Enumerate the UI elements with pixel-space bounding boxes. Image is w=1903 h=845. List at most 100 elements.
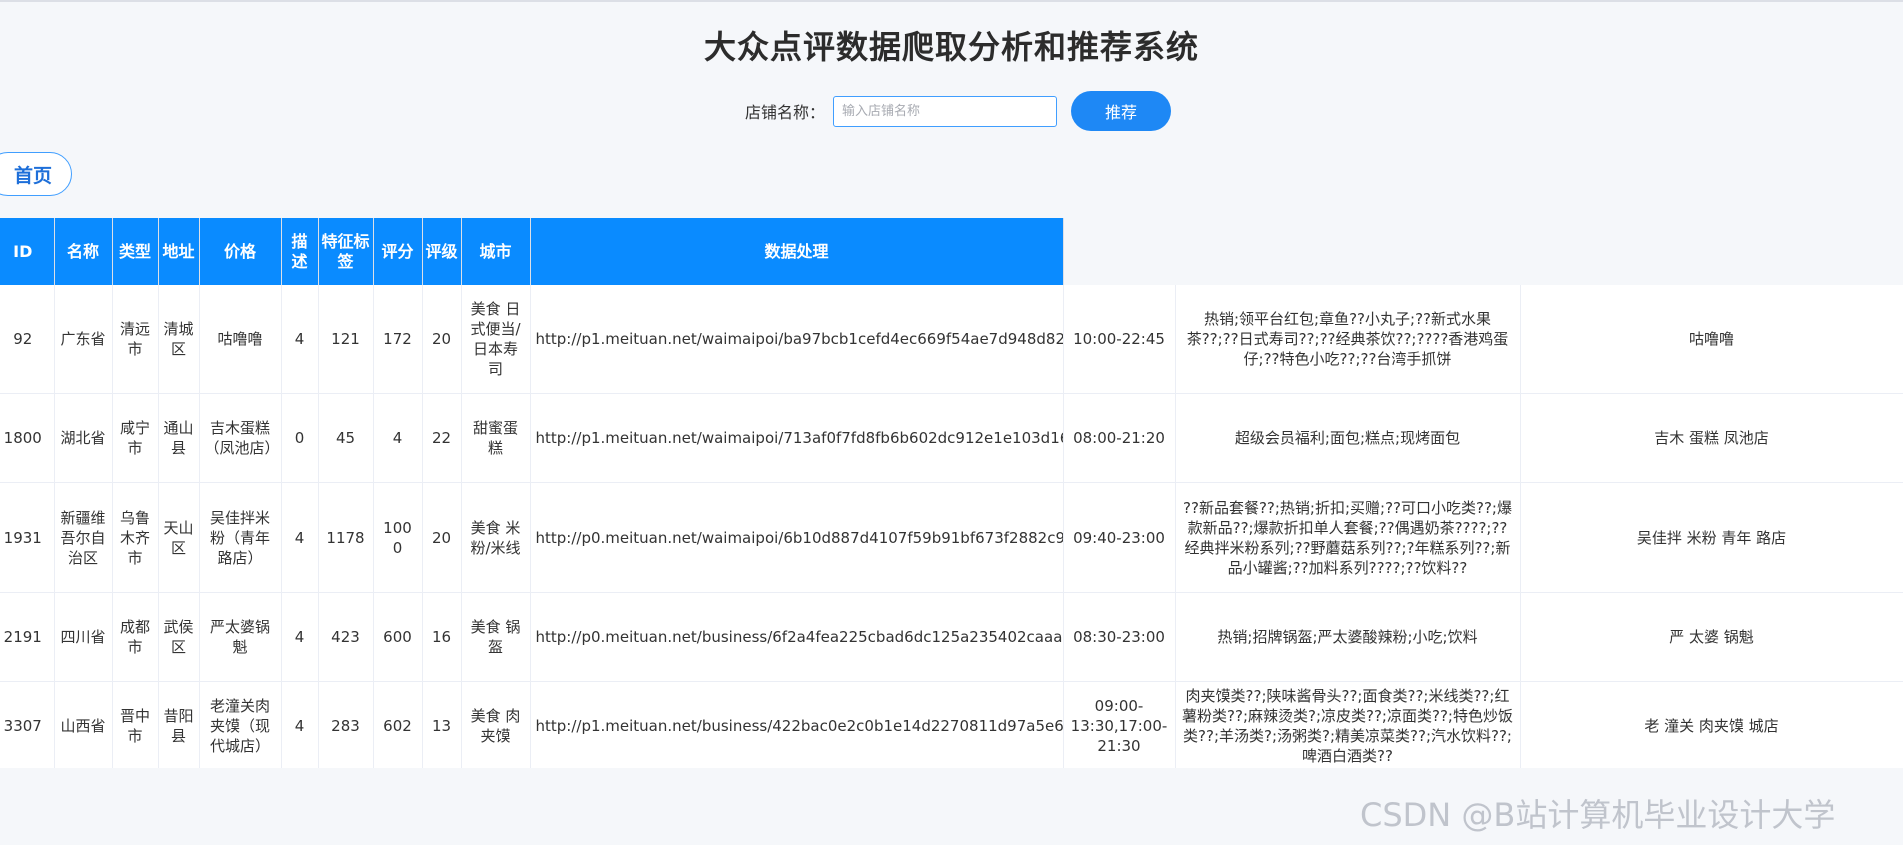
header-tags: 特征标签 (318, 218, 374, 285)
cell-image-url: http://p0.meituan.net/waimaipoi/6b10d887… (530, 482, 1064, 593)
cell-value: 22 (422, 393, 462, 483)
cell-category: 甜蜜蛋糕 (461, 393, 531, 483)
page-title: 大众点评数据爬取分析和推荐系统 (703, 28, 1199, 66)
cell-category: 美食 肉夹馍 (461, 681, 531, 768)
table-row: 92 广东省 清远市 清城区 咕噜噜 4 121 172 20 美食 日式便当/… (0, 285, 1903, 394)
cell-value: 45 (318, 393, 374, 483)
cell-province: 湖北省 (54, 393, 113, 483)
cell-menu-tags: 热销;领平台红包;章鱼??小丸子;??新式水果茶??;??日式寿司??;??经典… (1175, 285, 1521, 394)
search-label: 店铺名称： (745, 103, 826, 122)
cell-menu-tags: 热销;招牌锅盔;严太婆酸辣粉;小吃;饮料 (1175, 592, 1521, 682)
cell-shop-tokens: 咕噜噜 (1520, 285, 1903, 394)
cell-province: 广东省 (54, 285, 113, 394)
shop-table-container: ID 名称 类型 地址 价格 描述 特征标签 评分 评级 城市 数据处理 92 … (0, 218, 1903, 768)
cell-value: 172 (373, 285, 423, 394)
header-empty (1520, 218, 1903, 285)
cell-value: 4 (281, 681, 319, 768)
cell-id: 1931 (0, 482, 55, 593)
cell-menu-tags: 肉夹馍类??;陕味酱骨头??;面食类??;米线类??;红薯粉类??;麻辣烫类?;… (1175, 681, 1521, 768)
cell-value: 16 (422, 592, 462, 682)
cell-hours: 08:30-23:00 (1063, 592, 1176, 682)
cell-value: 4 (281, 285, 319, 394)
search-bar: 店铺名称： 推荐 (745, 91, 1172, 131)
cell-value: 423 (318, 592, 374, 682)
cell-district: 天山区 (158, 482, 200, 593)
cell-hours: 10:00-22:45 (1063, 285, 1176, 394)
table-header-row: ID 名称 类型 地址 价格 描述 特征标签 评分 评级 城市 数据处理 (0, 218, 1903, 285)
cell-shop-name: 严太婆锅魁 (199, 592, 282, 682)
cell-image-url: http://p1.meituan.net/business/422bac0e2… (530, 681, 1064, 768)
cell-province: 山西省 (54, 681, 113, 768)
cell-value: 1000 (373, 482, 423, 593)
cell-district: 清城区 (158, 285, 200, 394)
cell-hours: 09:00-13:30,17:00-21:30 (1063, 681, 1176, 768)
cell-value: 283 (318, 681, 374, 768)
cell-city: 乌鲁木齐市 (112, 482, 159, 593)
cell-image-url: http://p1.meituan.net/waimaipoi/ba97bcb1… (530, 285, 1064, 394)
cell-city: 咸宁市 (112, 393, 159, 483)
cell-value: 4 (281, 482, 319, 593)
cell-id: 2191 (0, 592, 55, 682)
cell-image-url: http://p0.meituan.net/business/6f2a4fea2… (530, 592, 1064, 682)
cell-shop-tokens: 吴佳拌 米粉 青年 路店 (1520, 482, 1903, 593)
cell-province: 新疆维吾尔自治区 (54, 482, 113, 593)
header-empty (1175, 218, 1520, 285)
header-city: 城市 (461, 218, 531, 285)
cell-value: 20 (422, 482, 462, 593)
cell-value: 4 (373, 393, 423, 483)
cell-menu-tags: ??新品套餐??;热销;折扣;买赠;??可口小吃类??;爆款新品??;爆款折扣单… (1175, 482, 1521, 593)
cell-shop-name: 吴佳拌米粉（青年路店） (199, 482, 282, 593)
shop-name-input[interactable] (833, 95, 1058, 127)
cell-district: 武侯区 (158, 592, 200, 682)
header-address: 地址 (158, 218, 200, 285)
table-row: 1931 新疆维吾尔自治区 乌鲁木齐市 天山区 吴佳拌米粉（青年路店） 4 11… (0, 482, 1903, 593)
home-button[interactable]: 首页 (0, 152, 72, 196)
cell-value: 0 (281, 393, 319, 483)
header-description: 描述 (281, 218, 319, 285)
watermark: CSDN @B站计算机毕业设计大学 (1360, 796, 1836, 834)
header-type: 类型 (112, 218, 159, 285)
cell-value: 4 (281, 592, 319, 682)
header-id: ID (0, 218, 55, 285)
cell-shop-name: 老潼关肉夹馍（现代城店） (199, 681, 282, 768)
cell-value: 600 (373, 592, 423, 682)
cell-id: 3307 (0, 681, 55, 768)
top-border (0, 0, 1903, 2)
header-empty (1063, 218, 1175, 285)
cell-value: 1178 (318, 482, 374, 593)
header-score: 评分 (373, 218, 423, 285)
cell-value: 13 (422, 681, 462, 768)
cell-shop-name: 咕噜噜 (199, 285, 282, 394)
cell-value: 602 (373, 681, 423, 768)
cell-hours: 08:00-21:20 (1063, 393, 1176, 483)
header-price: 价格 (199, 218, 282, 285)
cell-city: 成都市 (112, 592, 159, 682)
cell-shop-name: 吉木蛋糕（凤池店） (199, 393, 282, 483)
cell-city: 清远市 (112, 285, 159, 394)
cell-category: 美食 米粉/米线 (461, 482, 531, 593)
recommend-button[interactable]: 推荐 (1071, 91, 1172, 131)
table-row: 3307 山西省 晋中市 昔阳县 老潼关肉夹馍（现代城店） 4 283 602 … (0, 681, 1903, 768)
cell-shop-tokens: 吉木 蛋糕 凤池店 (1520, 393, 1903, 483)
cell-district: 昔阳县 (158, 681, 200, 768)
cell-hours: 09:40-23:00 (1063, 482, 1176, 593)
cell-city: 晋中市 (112, 681, 159, 768)
cell-category: 美食 锅盔 (461, 592, 531, 682)
header-name: 名称 (54, 218, 113, 285)
cell-id: 92 (0, 285, 55, 394)
header-rating: 评级 (422, 218, 462, 285)
cell-value: 20 (422, 285, 462, 394)
cell-id: 1800 (0, 393, 55, 483)
cell-shop-tokens: 老 潼关 肉夹馍 城店 (1520, 681, 1903, 768)
shop-table: ID 名称 类型 地址 价格 描述 特征标签 评分 评级 城市 数据处理 92 … (0, 218, 1903, 768)
cell-menu-tags: 超级会员福利;面包;糕点;现烤面包 (1175, 393, 1521, 483)
cell-shop-tokens: 严 太婆 锅魁 (1520, 592, 1903, 682)
header-data-processing: 数据处理 (530, 218, 1064, 285)
cell-value: 121 (318, 285, 374, 394)
table-row: 1800 湖北省 咸宁市 通山县 吉木蛋糕（凤池店） 0 45 4 22 甜蜜蛋… (0, 393, 1903, 483)
cell-category: 美食 日式便当/日本寿司 (461, 285, 531, 394)
cell-district: 通山县 (158, 393, 200, 483)
table-row: 2191 四川省 成都市 武侯区 严太婆锅魁 4 423 600 16 美食 锅… (0, 592, 1903, 682)
cell-image-url: http://p1.meituan.net/waimaipoi/713af0f7… (530, 393, 1064, 483)
cell-province: 四川省 (54, 592, 113, 682)
